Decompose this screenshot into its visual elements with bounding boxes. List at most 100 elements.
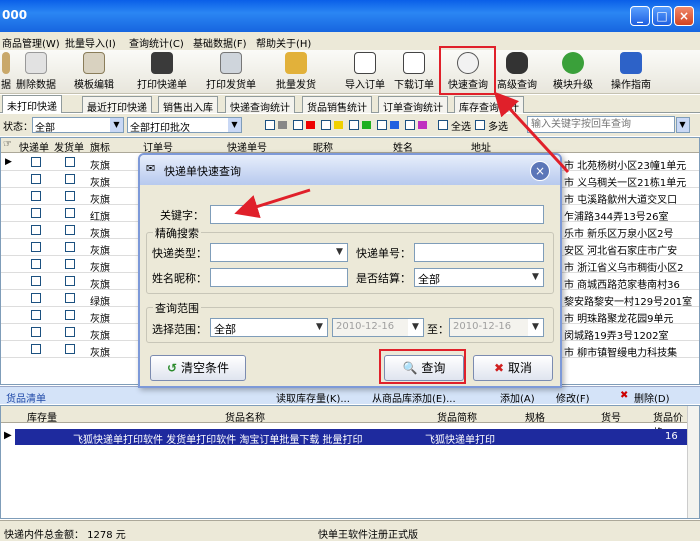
col-spec[interactable]: 规格 [525, 409, 545, 424]
keyword-label: 关键字： [160, 209, 204, 222]
add-from-library-button[interactable]: 从商品库添加(E)... [372, 390, 456, 405]
express-checkbox[interactable] [31, 157, 41, 167]
search-dropdown[interactable]: ▼ [676, 117, 690, 133]
dialog-close-button[interactable]: × [530, 161, 550, 181]
settled-select[interactable]: 全部 ▼ [414, 268, 544, 287]
express-checkbox[interactable] [31, 259, 41, 269]
express-checkbox[interactable] [31, 327, 41, 337]
toolbar-data-button[interactable]: 据 [0, 52, 12, 91]
toolbar-module-upgrade-button[interactable]: 模块升级 [551, 52, 595, 91]
invoice-checkbox[interactable] [65, 276, 75, 286]
tab-sales-io[interactable]: 销售出入库 [158, 96, 218, 114]
menu-item-query[interactable]: 查询统计(C) [129, 35, 184, 50]
select-all-checkbox[interactable] [438, 120, 448, 130]
col-name[interactable]: 姓名 [393, 139, 413, 154]
advanced-query-icon [506, 52, 528, 74]
menu-item-basic[interactable]: 基础数据(F) [193, 35, 247, 50]
flag-filter-checkbox[interactable] [405, 120, 415, 130]
col-express-no[interactable]: 快递单号 [227, 139, 267, 154]
col-address[interactable]: 地址 [471, 139, 491, 154]
express-checkbox[interactable] [31, 276, 41, 286]
invoice-checkbox[interactable] [65, 191, 75, 201]
flag-filter-checkbox[interactable] [265, 120, 275, 130]
express-type-select[interactable]: ▼ [210, 243, 348, 262]
express-checkbox[interactable] [31, 310, 41, 320]
menu-item-goods[interactable]: 商品管理(W) [2, 35, 60, 50]
col-stock[interactable]: 库存量 [27, 409, 57, 424]
toolbar-delete-button[interactable]: 删除数据 [14, 52, 58, 91]
add-goods-button[interactable]: 添加(A) [500, 390, 535, 405]
invoice-checkbox[interactable] [65, 242, 75, 252]
quick-query-dialog: ✉ 快递单快速查询 × 关键字： 精确搜索 快递类型： ▼ 快递单号： 姓名昵称… [138, 153, 562, 388]
invoice-checkbox[interactable] [65, 259, 75, 269]
tab-goods-stats[interactable]: 货品销售统计 [302, 96, 372, 114]
read-stock-button[interactable]: 读取库存量(K)... [276, 390, 350, 405]
cancel-button[interactable]: ✖ 取消 [473, 355, 553, 381]
toolbar-guide-button[interactable]: 操作指南 [609, 52, 653, 91]
invoice-checkbox[interactable] [65, 344, 75, 354]
status-select[interactable]: 全部 ▼ [32, 117, 124, 133]
flag-filter-checkbox[interactable] [321, 120, 331, 130]
delete-goods-button[interactable]: 删除(D) [634, 390, 670, 405]
menu-item-import[interactable]: 批量导入(I) [65, 35, 116, 50]
tab-stock-stats[interactable]: 库存查询统计 [454, 96, 524, 114]
express-checkbox[interactable] [31, 242, 41, 252]
col-goods-short[interactable]: 货品简称 [437, 409, 477, 424]
address-cell: 市 义乌稠关一区21栋1单元 [564, 178, 687, 189]
tab-express-stats[interactable]: 快递查询统计 [225, 96, 295, 114]
maximize-button[interactable]: □ [652, 6, 672, 26]
toolbar-print-express-button[interactable]: 打印快递单 [135, 52, 189, 91]
keyword-input[interactable] [210, 205, 544, 224]
col-order-no[interactable]: 订单号 [143, 139, 173, 154]
express-checkbox[interactable] [31, 208, 41, 218]
goods-row[interactable]: 飞狐快递单打印软件 发货单打印软件 淘宝订单批量下载 批量打印 飞狐快递单打印 … [15, 429, 689, 446]
toolbar-advanced-query-button[interactable]: 高级查询 [495, 52, 539, 91]
flag-filter-checkbox[interactable] [293, 120, 303, 130]
invoice-checkbox[interactable] [65, 174, 75, 184]
col-express[interactable]: 快递单 [19, 139, 49, 154]
close-button[interactable]: × [674, 6, 694, 26]
invoice-checkbox[interactable] [65, 225, 75, 235]
col-goods-no[interactable]: 货号 [601, 409, 621, 424]
nickname-input[interactable] [210, 268, 348, 287]
goods-scrollbar[interactable] [687, 406, 699, 518]
col-nickname[interactable]: 昵称 [313, 139, 333, 154]
invoice-checkbox[interactable] [65, 208, 75, 218]
tab-unprinted[interactable]: 未打印快递 [2, 95, 62, 113]
date-to-picker[interactable]: 2010-12-16 ▼ [449, 318, 544, 337]
col-goods-name[interactable]: 货品名称 [225, 409, 265, 424]
flag-filter-checkbox[interactable] [377, 120, 387, 130]
express-checkbox[interactable] [31, 174, 41, 184]
invoice-checkbox[interactable] [65, 327, 75, 337]
date-from-picker[interactable]: 2010-12-16 ▼ [332, 318, 424, 337]
flag-filter-checkbox[interactable] [349, 120, 359, 130]
invoice-checkbox[interactable] [65, 293, 75, 303]
edit-goods-button[interactable]: 修改(F) [556, 390, 590, 405]
col-invoice[interactable]: 发货单 [54, 139, 84, 154]
express-checkbox[interactable] [31, 344, 41, 354]
toolbar-template-button[interactable]: 模板编辑 [72, 52, 116, 91]
toolbar-batch-ship-button[interactable]: 批量发货 [274, 52, 318, 91]
goods-header-bar: 货品清单 读取库存量(K)... 从商品库添加(E)... 添加(A) 修改(F… [0, 386, 700, 405]
settled-label: 是否结算： [356, 272, 411, 285]
toolbar-download-order-button[interactable]: 下载订单 [392, 52, 436, 91]
menu-item-help[interactable]: 帮助关于(H) [256, 35, 311, 50]
invoice-checkbox[interactable] [65, 157, 75, 167]
batch-select[interactable]: 全部打印批次 ▼ [127, 117, 242, 133]
invoice-checkbox[interactable] [65, 310, 75, 320]
express-number-input[interactable] [414, 243, 544, 262]
clear-conditions-button[interactable]: ↺ 清空条件 [150, 355, 246, 381]
range-select[interactable]: 全部 ▼ [210, 318, 328, 337]
search-input[interactable] [527, 116, 675, 133]
express-checkbox[interactable] [31, 293, 41, 303]
address-cell: 安区 河北省石家庄市广安 [564, 246, 678, 257]
tab-order-stats[interactable]: 订单查询统计 [378, 96, 448, 114]
express-checkbox[interactable] [31, 191, 41, 201]
multi-select-checkbox[interactable] [475, 120, 485, 130]
express-checkbox[interactable] [31, 225, 41, 235]
col-flag[interactable]: 旗标 [90, 139, 110, 154]
tab-recent-printed[interactable]: 最近打印快递 [82, 96, 152, 114]
minimize-button[interactable]: _ [630, 6, 650, 26]
toolbar-print-invoice-button[interactable]: 打印发货单 [204, 52, 258, 91]
toolbar-import-order-button[interactable]: 导入订单 [343, 52, 387, 91]
